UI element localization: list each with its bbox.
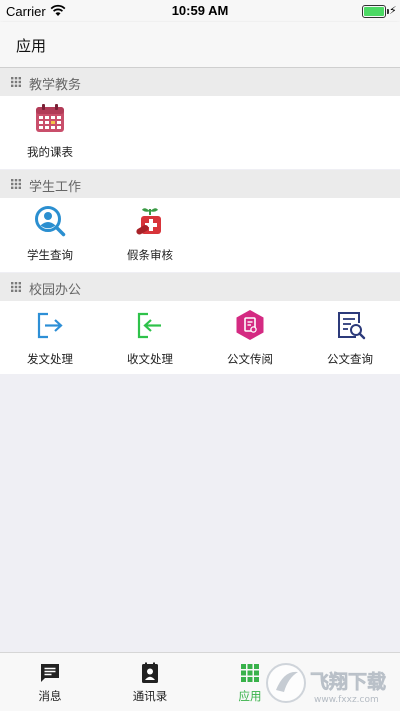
section-campus-office: 发文处理 收文处理 公文传阅 公文查询 [0, 301, 400, 374]
contacts-icon [142, 662, 158, 683]
tile-label: 公文传阅 [227, 352, 273, 366]
watermark-logo-icon: 飞翔下载 www.fxxz.com [266, 663, 386, 705]
student-search-icon [35, 206, 66, 237]
grid-icon [11, 282, 21, 292]
tile-student-query[interactable]: 学生查询 [0, 199, 100, 271]
message-icon [41, 664, 59, 682]
section-title: 教学教务 [29, 78, 82, 93]
tile-label: 公文查询 [327, 352, 373, 366]
section-header-teaching: 教学教务 [0, 68, 400, 96]
tile-label: 发文处理 [27, 352, 73, 366]
battery-icon: ⚡ [362, 4, 397, 18]
watermark-url: www.fxxz.com [314, 695, 379, 705]
clock: 10:59 AM [171, 3, 229, 18]
tile-label: 收文处理 [127, 352, 173, 366]
tab-label: 消息 [38, 689, 62, 703]
section-header-student-affairs: 学生工作 [0, 170, 400, 198]
tab-messages[interactable]: 消息 [0, 653, 100, 711]
tile-label: 我的课表 [27, 145, 73, 159]
tile-document-query[interactable]: 公文查询 [300, 303, 400, 375]
send-document-icon [37, 312, 63, 339]
tile-send-document[interactable]: 发文处理 [0, 303, 100, 375]
section-title: 校园办公 [29, 283, 82, 298]
tile-label: 假条审核 [127, 248, 173, 262]
tile-receive-document[interactable]: 收文处理 [100, 303, 200, 375]
section-student-affairs: 学生查询 假条审核 [0, 198, 400, 272]
tile-circulate-document[interactable]: 公文传阅 [200, 303, 300, 375]
tile-label: 学生查询 [27, 248, 73, 262]
section-title: 学生工作 [29, 180, 82, 195]
section-teaching: 我的课表 [0, 96, 400, 169]
grid-icon [11, 179, 21, 189]
tile-leave-approval[interactable]: 假条审核 [100, 199, 200, 271]
tab-contacts[interactable]: 通讯录 [100, 653, 200, 711]
grid-icon [11, 77, 21, 87]
section-header-campus-office: 校园办公 [0, 273, 400, 301]
receive-document-icon [137, 312, 161, 339]
leave-approval-icon [136, 208, 161, 235]
watermark: 飞翔下载 www.fxxz.com [262, 658, 398, 708]
apps-grid-icon [241, 664, 259, 682]
status-bar: Carrier 10:59 AM ⚡ [0, 0, 400, 22]
document-search-icon [338, 312, 366, 340]
calendar-icon [36, 104, 64, 132]
page-title: 应用 [16, 37, 47, 55]
watermark-text: 飞翔下载 [310, 670, 386, 693]
circulate-document-icon [236, 310, 264, 340]
tab-label: 通讯录 [132, 689, 168, 703]
navigation-bar: 应用 [0, 22, 400, 68]
tile-my-schedule[interactable]: 我的课表 [0, 96, 100, 168]
